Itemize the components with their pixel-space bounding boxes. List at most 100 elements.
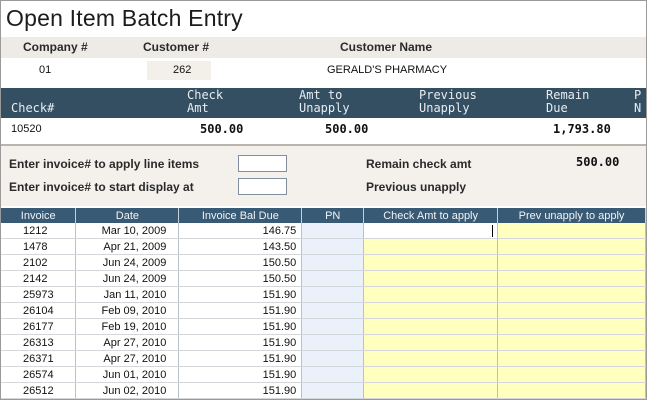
invoice-cell: 26512 <box>1 382 77 399</box>
date-cell: Jun 02, 2010 <box>75 382 180 399</box>
pn-cell[interactable] <box>301 334 365 351</box>
apply-invoice-label: Enter invoice# to apply line items <box>9 157 200 171</box>
customer-number-value[interactable]: 262 <box>173 64 191 76</box>
bal-due-cell: 151.90 <box>178 286 303 303</box>
prev-unapply-to-apply-input[interactable] <box>497 350 646 367</box>
col-remain-due-line2: Due <box>546 101 568 115</box>
date-cell: Jun 01, 2010 <box>75 366 180 383</box>
check-amt-value: 500.00 <box>200 122 244 136</box>
bal-due-cell: 151.90 <box>178 366 303 383</box>
date-cell: Feb 19, 2010 <box>75 318 180 335</box>
check-amt-to-apply-input[interactable] <box>363 223 499 239</box>
check-amt-to-apply-input[interactable] <box>363 286 499 303</box>
prev-unapply-to-apply-input[interactable] <box>497 270 646 287</box>
date-cell: Apr 27, 2010 <box>75 334 180 351</box>
pn-cell[interactable] <box>301 254 365 271</box>
check-row: 10520 500.00 500.00 1,793.80 <box>1 118 646 142</box>
invoice-cell: 1478 <box>1 238 77 255</box>
invoice-cell: 25973 <box>1 286 77 303</box>
date-cell: Mar 10, 2009 <box>75 223 180 239</box>
table-row[interactable]: 26371 Apr 27, 2010 151.90 <box>1 350 646 367</box>
pn-cell[interactable] <box>301 270 365 287</box>
col-check-amt-to-apply-header[interactable]: Check Amt to apply <box>363 208 499 223</box>
bal-due-cell: 146.75 <box>178 223 303 239</box>
date-cell: Feb 09, 2010 <box>75 302 180 319</box>
customer-name-value: GERALD'S PHARMACY <box>327 64 448 76</box>
prev-unapply-to-apply-input[interactable] <box>497 366 646 383</box>
display-invoice-input[interactable] <box>238 178 287 195</box>
date-cell: Apr 21, 2009 <box>75 238 180 255</box>
check-amt-to-apply-input[interactable] <box>363 366 499 383</box>
customer-header-bar: Company # Customer # Customer Name <box>1 37 646 58</box>
invoice-cell: 26574 <box>1 366 77 383</box>
col-amt-to-unapply-line2: Unapply <box>299 101 350 115</box>
company-number-value[interactable]: 01 <box>39 64 51 76</box>
check-amt-to-apply-input[interactable] <box>363 238 499 255</box>
invoice-entry-panel: Enter invoice# to apply line items Enter… <box>1 146 646 206</box>
col-pn-header[interactable]: PN <box>301 208 365 223</box>
pn-cell[interactable] <box>301 286 365 303</box>
prev-unapply-to-apply-input[interactable] <box>497 302 646 319</box>
table-row[interactable]: 26177 Feb 19, 2010 151.90 <box>1 318 646 335</box>
remain-check-amt-value: 500.00 <box>576 155 620 169</box>
pn-cell[interactable] <box>301 366 365 383</box>
prev-unapply-to-apply-input[interactable] <box>497 382 646 399</box>
date-cell: Jun 24, 2009 <box>75 270 180 287</box>
prev-unapply-to-apply-input[interactable] <box>497 318 646 335</box>
col-invoice-header[interactable]: Invoice <box>1 208 77 223</box>
table-row[interactable]: 26104 Feb 09, 2010 151.90 <box>1 302 646 319</box>
col-check-no-line2: Check# <box>11 101 55 115</box>
col-invoice-bal-due-header[interactable]: Invoice Bal Due <box>178 208 303 223</box>
table-row[interactable]: 2142 Jun 24, 2009 150.50 <box>1 270 646 287</box>
table-row[interactable]: 26512 Jun 02, 2010 151.90 <box>1 382 646 399</box>
table-row[interactable]: 26574 Jun 01, 2010 151.90 <box>1 366 646 383</box>
col-prev-unapply-to-apply-header[interactable]: Prev unapply to apply <box>497 208 646 223</box>
check-amt-to-apply-input[interactable] <box>363 350 499 367</box>
check-amt-to-apply-input[interactable] <box>363 318 499 335</box>
table-row[interactable]: 25973 Jan 11, 2010 151.90 <box>1 286 646 303</box>
table-row[interactable]: 1212 Mar 10, 2009 146.75 <box>1 223 646 239</box>
company-number-label: Company # <box>23 40 88 54</box>
check-no-value[interactable]: 10520 <box>11 123 42 135</box>
invoice-cell: 1212 <box>1 223 77 239</box>
pn-cell[interactable] <box>301 302 365 319</box>
grid-header-row: Invoice Date Invoice Bal Due PN Check Am… <box>1 208 646 223</box>
check-amt-to-apply-input[interactable] <box>363 270 499 287</box>
text-caret <box>492 225 494 237</box>
pn-cell[interactable] <box>301 318 365 335</box>
previous-unapply-label: Previous unapply <box>366 180 467 194</box>
invoice-cell: 2102 <box>1 254 77 271</box>
table-row[interactable]: 2102 Jun 24, 2009 150.50 <box>1 254 646 271</box>
prev-unapply-to-apply-input[interactable] <box>497 238 646 255</box>
prev-unapply-to-apply-input[interactable] <box>497 254 646 271</box>
prev-unapply-to-apply-input[interactable] <box>497 223 646 239</box>
invoice-cell: 26371 <box>1 350 77 367</box>
bal-due-cell: 151.90 <box>178 350 303 367</box>
bal-due-cell: 150.50 <box>178 254 303 271</box>
check-amt-to-apply-input[interactable] <box>363 302 499 319</box>
check-amt-to-apply-input[interactable] <box>363 254 499 271</box>
invoice-grid: Invoice Date Invoice Bal Due PN Check Am… <box>1 208 646 399</box>
date-cell: Jan 11, 2010 <box>75 286 180 303</box>
check-amt-to-apply-input[interactable] <box>363 334 499 351</box>
apply-invoice-input[interactable] <box>238 155 287 172</box>
bal-due-cell: 150.50 <box>178 270 303 287</box>
pn-cell[interactable] <box>301 382 365 399</box>
table-row[interactable]: 26313 Apr 27, 2010 151.90 <box>1 334 646 351</box>
col-pn-line2: N <box>634 101 642 115</box>
pn-cell[interactable] <box>301 223 365 239</box>
customer-number-label: Customer # <box>143 40 210 54</box>
pn-cell[interactable] <box>301 238 365 255</box>
remain-due-value: 1,793.80 <box>553 122 611 136</box>
date-cell: Apr 27, 2010 <box>75 350 180 367</box>
col-date-header[interactable]: Date <box>75 208 180 223</box>
prev-unapply-to-apply-input[interactable] <box>497 286 646 303</box>
amt-to-unapply-value: 500.00 <box>325 122 369 136</box>
batch-entry-window: Open Item Batch Entry Company # Customer… <box>0 0 647 400</box>
customer-name-label: Customer Name <box>340 40 433 54</box>
table-row[interactable]: 1478 Apr 21, 2009 143.50 <box>1 238 646 255</box>
pn-cell[interactable] <box>301 350 365 367</box>
bal-due-cell: 151.90 <box>178 334 303 351</box>
check-amt-to-apply-input[interactable] <box>363 382 499 399</box>
prev-unapply-to-apply-input[interactable] <box>497 334 646 351</box>
